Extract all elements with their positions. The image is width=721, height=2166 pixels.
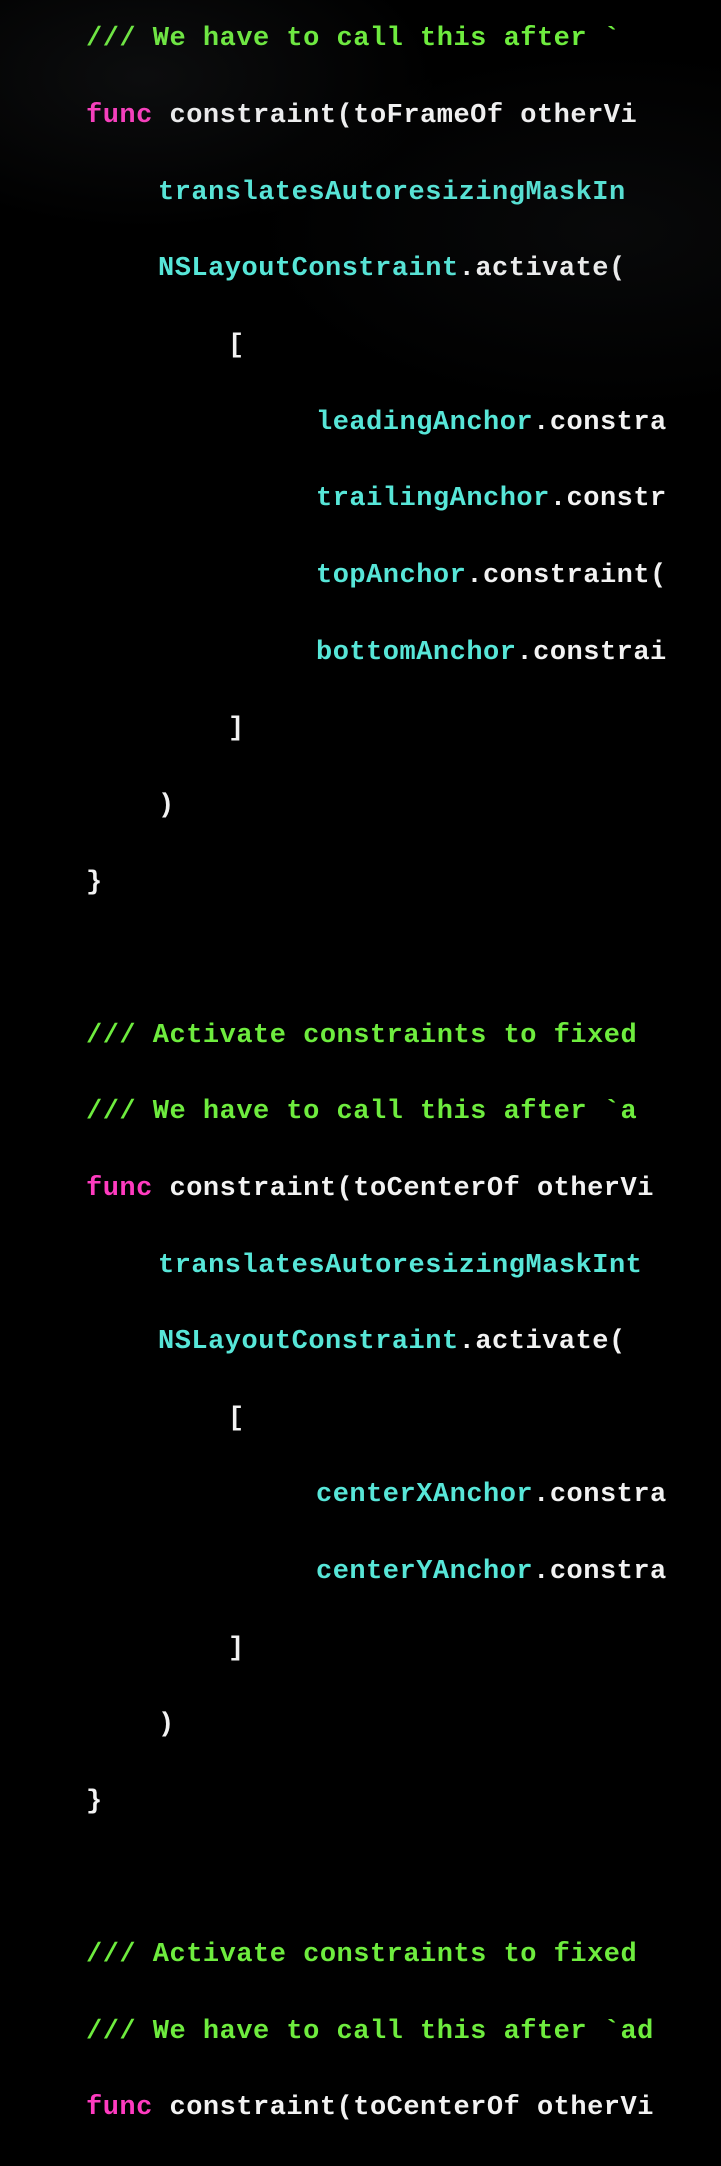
func-signature: constraint(toFrameOf otherVi: [153, 101, 637, 131]
anchor-ref: bottomAnchor: [316, 638, 516, 668]
code-line[interactable]: centerYAnchor.constra: [0, 1553, 721, 1591]
method-call: .activate(: [459, 1327, 626, 1357]
anchor-ref: centerYAnchor: [316, 1557, 533, 1587]
code-line[interactable]: translatesAutoresizingMaskIn: [0, 174, 721, 212]
code-line[interactable]: centerXAnchor.constra: [0, 1476, 721, 1514]
type-ref: NSLayoutConstraint: [158, 1327, 459, 1357]
code-line[interactable]: ]: [0, 1630, 721, 1668]
code-line[interactable]: NSLayoutConstraint.activate(: [0, 250, 721, 288]
bracket-open: [: [228, 331, 245, 361]
method-call: .constr: [550, 484, 667, 514]
anchor-ref: topAnchor: [316, 561, 466, 591]
anchor-ref: trailingAnchor: [316, 484, 550, 514]
brace-close: }: [86, 868, 103, 898]
code-line[interactable]: NSLayoutConstraint.activate(: [0, 1323, 721, 1361]
text-cursor-position: n: [303, 1174, 320, 1204]
func-signature: constrai: [153, 1174, 303, 1204]
code-line[interactable]: topAnchor.constraint(: [0, 557, 721, 595]
doc-comment: /// We have to call this after `a: [86, 1097, 637, 1127]
brace-close: }: [86, 1787, 103, 1817]
method-call: .constra: [533, 1480, 667, 1510]
code-line[interactable]: leadingAnchor.constra: [0, 404, 721, 442]
property-ref: translatesAutoresizingMaskIn: [158, 178, 626, 208]
code-line[interactable]: ): [0, 787, 721, 825]
doc-comment: /// Activate constraints to fixed: [86, 1940, 654, 1970]
paren-close: ): [158, 791, 175, 821]
doc-comment: /// We have to call this after `ad: [86, 2017, 654, 2047]
code-line[interactable]: ]: [0, 710, 721, 748]
code-line[interactable]: }: [0, 864, 721, 902]
code-line[interactable]: func constraint(toFrameOf otherVi: [0, 97, 721, 135]
bracket-open: [: [228, 1404, 245, 1434]
method-call: .activate(: [459, 254, 626, 284]
code-line[interactable]: bottomAnchor.constrai: [0, 634, 721, 672]
code-line[interactable]: /// Activate constraints to fixed: [0, 1936, 721, 1974]
paren-close: ): [158, 1710, 175, 1740]
method-call: .constra: [533, 408, 667, 438]
code-line[interactable]: trailingAnchor.constr: [0, 480, 721, 518]
code-line[interactable]: /// We have to call this after `ad: [0, 2013, 721, 2051]
blank-line[interactable]: [0, 940, 721, 978]
method-call: .constra: [533, 1557, 667, 1587]
keyword-func: func: [86, 101, 153, 131]
method-call: .constraint(: [466, 561, 666, 591]
doc-comment: /// Activate constraints to fixed: [86, 1021, 637, 1051]
method-call: .constrai: [516, 638, 666, 668]
blank-line[interactable]: [0, 1860, 721, 1898]
code-line[interactable]: }: [0, 1783, 721, 1821]
keyword-func: func: [86, 1174, 153, 1204]
doc-comment: /// We have to call this after `: [86, 24, 620, 54]
code-line[interactable]: [: [0, 1400, 721, 1438]
anchor-ref: centerXAnchor: [316, 1480, 533, 1510]
func-signature: t(toCenterOf otherVi: [320, 1174, 654, 1204]
bracket-close: ]: [228, 1634, 245, 1664]
code-line[interactable]: translatesAutoresizingMaskInt: [0, 1247, 721, 1285]
code-line[interactable]: [: [0, 327, 721, 365]
code-line[interactable]: /// We have to call this after `a: [0, 1093, 721, 1131]
property-ref: translatesAutoresizingMaskInt: [158, 1251, 642, 1281]
keyword-func: func: [86, 2093, 153, 2123]
func-signature: constraint(toCenterOf otherVi: [153, 2093, 654, 2123]
bracket-close: ]: [228, 714, 245, 744]
anchor-ref: leadingAnchor: [316, 408, 533, 438]
code-editor[interactable]: /// We have to call this after ` func co…: [0, 0, 721, 2166]
code-line[interactable]: func constraint(toCenterOf otherVi: [0, 2089, 721, 2127]
code-line[interactable]: ): [0, 1706, 721, 1744]
code-line[interactable]: func constraint(toCenterOf otherVi: [0, 1170, 721, 1208]
code-line[interactable]: /// We have to call this after `: [0, 20, 721, 58]
type-ref: NSLayoutConstraint: [158, 254, 459, 284]
code-line[interactable]: /// Activate constraints to fixed: [0, 1017, 721, 1055]
